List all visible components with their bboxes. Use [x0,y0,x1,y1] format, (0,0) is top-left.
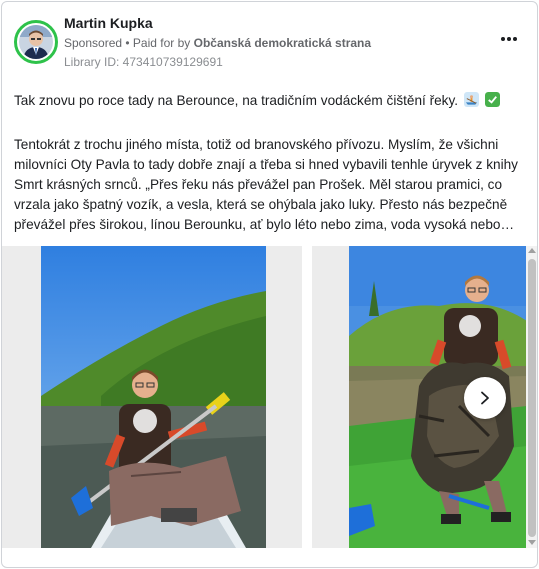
kayak-photo[interactable] [41,246,266,548]
paragraph-line: Smrt krásných srnců. „Přes řeku nás přev… [14,177,503,192]
scroll-down-arrow-icon[interactable] [528,540,536,545]
paid-for-by-link[interactable]: Občanská demokratická strana [194,36,371,50]
paragraph-line: Tentokrát z trochu jiného místa, totiž o… [14,137,499,152]
avatar-image [19,25,53,59]
chevron-right-icon [481,391,489,405]
dot-icon [513,37,517,41]
paid-for-prefix: • Paid for by [125,36,191,50]
scroll-up-arrow-icon[interactable] [528,248,536,253]
carousel-next-button[interactable] [464,377,506,419]
post-text-paragraph-2: Tentokrát z trochu jiného místa, totiž o… [14,135,522,235]
paragraph-line: převážel přes širokou, línou Berounku, a… [14,217,515,232]
library-id: Library ID: 473410739129691 [64,55,223,69]
paragraph-line: vrzala jako špatný vozík, a vesla, která… [14,197,508,212]
ad-card: Martin Kupka Sponsored • Paid for by Obč… [1,1,538,568]
author-name[interactable]: Martin Kupka [64,15,153,31]
paragraph-1-text: Tak znovu po roce tady na Berounce, na t… [14,93,459,108]
scrollbar-thumb[interactable] [528,259,536,537]
dot-icon [501,37,505,41]
more-options-icon[interactable] [498,30,520,48]
check-mark-icon [484,92,500,107]
post-text-paragraph-1: Tak znovu po roce tady na Berounce, na t… [14,91,522,111]
avatar[interactable] [14,20,58,64]
sponsored-label: Sponsored [64,36,123,50]
image-carousel[interactable] [2,246,537,548]
carousel-card[interactable] [2,246,302,548]
dot-icon [507,37,511,41]
sponsored-line: Sponsored • Paid for by Občanská demokra… [64,36,371,50]
paragraph-line: milovníci Oty Pavla to tady dobře znají … [14,157,518,172]
rowboat-icon [463,92,479,107]
